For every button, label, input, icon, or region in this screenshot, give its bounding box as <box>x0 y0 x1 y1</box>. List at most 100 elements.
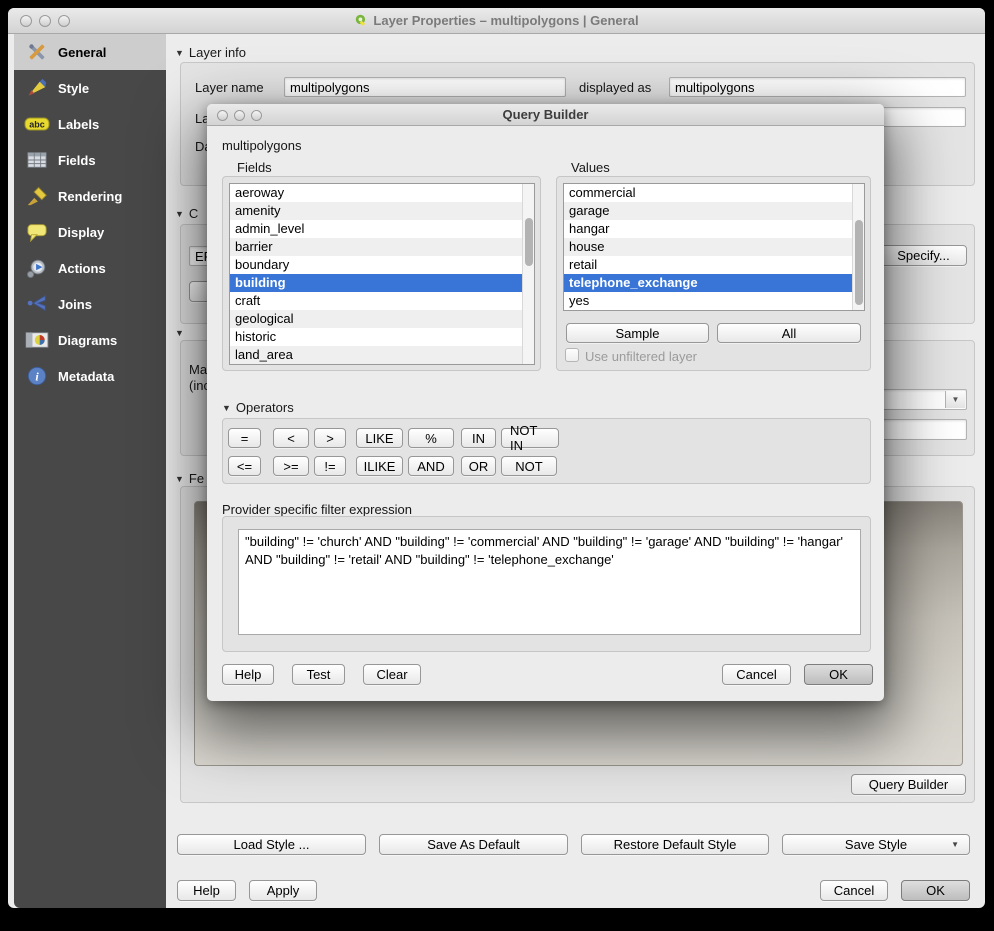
crs-header[interactable]: ▼C <box>175 206 198 221</box>
op-or-button[interactable]: OR <box>461 456 496 476</box>
apply-button[interactable]: Apply <box>249 880 317 901</box>
chevron-down-icon: ▼ <box>951 840 959 849</box>
cancel-button[interactable]: Cancel <box>820 880 888 901</box>
query-builder-dialog: Query Builder multipolygons Fields Value… <box>207 104 884 701</box>
qb-clear-button[interactable]: Clear <box>363 664 421 685</box>
list-item[interactable]: commercial <box>564 184 864 202</box>
dialog-titlebar: Query Builder <box>207 104 884 126</box>
sidebar-item-label: Rendering <box>58 189 122 204</box>
sidebar-item-actions[interactable]: Actions <box>14 250 166 286</box>
op-pct-button[interactable]: % <box>408 428 454 448</box>
values-scrollbar[interactable] <box>852 184 864 310</box>
list-item[interactable]: barrier <box>230 238 534 256</box>
op-ge-button[interactable]: >= <box>273 456 309 476</box>
dialog-title: Query Builder <box>207 107 884 122</box>
sidebar-item-display[interactable]: Display <box>14 214 166 250</box>
paintbrush-icon <box>24 76 50 100</box>
list-item[interactable]: hangar <box>564 220 864 238</box>
help-button[interactable]: Help <box>177 880 236 901</box>
list-item-selected[interactable]: telephone_exchange <box>564 274 864 292</box>
op-le-button[interactable]: <= <box>228 456 261 476</box>
feature-subset-header[interactable]: ▼Fe <box>175 471 204 486</box>
sample-button[interactable]: Sample <box>566 323 709 343</box>
fields-scrollbar[interactable] <box>522 184 534 364</box>
list-item[interactable]: land_area <box>230 346 534 364</box>
operators-header[interactable]: ▼Operators <box>222 400 294 415</box>
sidebar-item-metadata[interactable]: i Metadata <box>14 358 166 394</box>
displayed-as-input[interactable] <box>669 77 966 97</box>
values-panel: commercial garage hangar house retail te… <box>556 176 871 371</box>
collapse-triangle-icon: ▼ <box>175 328 184 338</box>
values-label: Values <box>571 160 610 175</box>
list-item[interactable]: house <box>564 238 864 256</box>
op-in-button[interactable]: IN <box>461 428 496 448</box>
sidebar-item-label: Actions <box>58 261 106 276</box>
fields-label: Fields <box>237 160 272 175</box>
op-notin-button[interactable]: NOT IN <box>501 428 559 448</box>
list-item-selected[interactable]: building <box>230 274 534 292</box>
layer-info-header[interactable]: ▼Layer info <box>175 45 246 60</box>
list-item[interactable]: yes <box>564 292 864 310</box>
filter-expression-input[interactable]: "building" != 'church' AND "building" !=… <box>238 529 861 635</box>
sidebar-item-rendering[interactable]: Rendering <box>14 178 166 214</box>
scale-visibility-header[interactable]: ▼ <box>175 325 189 340</box>
specify-crs-button[interactable]: Specify... <box>880 245 967 266</box>
use-unfiltered-checkbox[interactable] <box>565 348 579 362</box>
sidebar-item-general[interactable]: General <box>14 34 166 70</box>
fields-panel: aeroway amenity admin_level barrier boun… <box>222 176 541 371</box>
list-item[interactable]: retail <box>564 256 864 274</box>
query-builder-button[interactable]: Query Builder <box>851 774 966 795</box>
main-titlebar: Layer Properties – multipolygons | Gener… <box>8 8 985 34</box>
list-item[interactable]: geological <box>230 310 534 328</box>
save-as-default-button[interactable]: Save As Default <box>379 834 568 855</box>
restore-default-style-button[interactable]: Restore Default Style <box>581 834 769 855</box>
sidebar-item-fields[interactable]: Fields <box>14 142 166 178</box>
filter-expression-label: Provider specific filter expression <box>222 502 412 517</box>
qb-help-button[interactable]: Help <box>222 664 274 685</box>
op-ilike-button[interactable]: ILIKE <box>356 456 403 476</box>
ok-button[interactable]: OK <box>901 880 970 901</box>
collapse-triangle-icon: ▼ <box>222 403 231 413</box>
sidebar-item-style[interactable]: Style <box>14 70 166 106</box>
qb-cancel-button[interactable]: Cancel <box>722 664 791 685</box>
op-gt-button[interactable]: > <box>314 428 346 448</box>
op-like-button[interactable]: LIKE <box>356 428 403 448</box>
list-item[interactable]: aeroway <box>230 184 534 202</box>
save-style-dropdown-button[interactable]: Save Style▼ <box>782 834 970 855</box>
fields-list[interactable]: aeroway amenity admin_level barrier boun… <box>229 183 535 365</box>
scrollbar-thumb[interactable] <box>525 218 533 266</box>
list-item[interactable]: admin_level <box>230 220 534 238</box>
scrollbar-thumb[interactable] <box>855 220 863 305</box>
layer-name-label: Layer name <box>195 80 264 95</box>
op-eq-button[interactable]: = <box>228 428 261 448</box>
qgis-icon <box>354 13 368 27</box>
op-not-button[interactable]: NOT <box>501 456 557 476</box>
sidebar-item-joins[interactable]: Joins <box>14 286 166 322</box>
qb-ok-button[interactable]: OK <box>804 664 873 685</box>
list-item[interactable]: amenity <box>230 202 534 220</box>
datasource-label: multipolygons <box>222 138 302 153</box>
list-item[interactable]: boundary <box>230 256 534 274</box>
collapse-triangle-icon: ▼ <box>175 474 184 484</box>
sidebar-item-diagrams[interactable]: Diagrams <box>14 322 166 358</box>
brush-icon <box>24 184 50 208</box>
list-item[interactable]: historic <box>230 328 534 346</box>
operators-panel: = < > LIKE % IN NOT IN <= >= != ILIKE AN… <box>222 418 871 484</box>
properties-sidebar: General Style abc Labels Fields Renderin… <box>14 34 166 908</box>
sidebar-item-labels[interactable]: abc Labels <box>14 106 166 142</box>
qb-test-button[interactable]: Test <box>292 664 345 685</box>
sidebar-item-label: Labels <box>58 117 99 132</box>
layer-name-input[interactable] <box>284 77 566 97</box>
list-item[interactable]: garage <box>564 202 864 220</box>
values-list[interactable]: commercial garage hangar house retail te… <box>563 183 865 311</box>
list-item[interactable]: craft <box>230 292 534 310</box>
load-style-button[interactable]: Load Style ... <box>177 834 366 855</box>
op-and-button[interactable]: AND <box>408 456 454 476</box>
filter-panel: "building" != 'church' AND "building" !=… <box>222 516 871 652</box>
all-button[interactable]: All <box>717 323 861 343</box>
collapse-triangle-icon: ▼ <box>175 48 184 58</box>
op-lt-button[interactable]: < <box>273 428 309 448</box>
op-ne-button[interactable]: != <box>314 456 346 476</box>
sidebar-item-label: Joins <box>58 297 92 312</box>
sidebar-item-label: General <box>58 45 106 60</box>
